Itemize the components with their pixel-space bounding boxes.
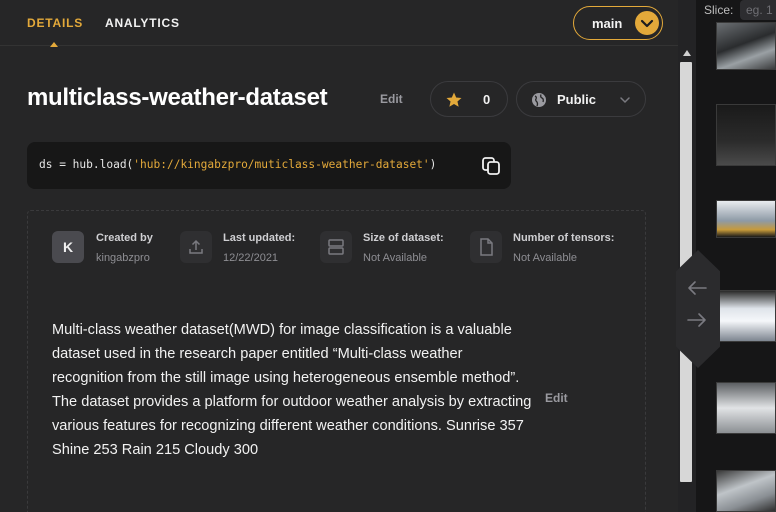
slice-placeholder: eg. 1	[746, 3, 773, 17]
tensors-count-label: Number of tensors:	[513, 232, 615, 244]
chevron-down-icon	[620, 97, 630, 104]
preview-thumbnail[interactable]	[716, 470, 776, 512]
arrow-left-icon[interactable]	[686, 280, 708, 296]
avatar: K	[52, 231, 84, 263]
slice-label: Slice:	[704, 3, 734, 17]
code-text: ds = hub.load('hub://kingabzpro/muticlas…	[39, 158, 436, 171]
edit-description-button[interactable]: Edit	[545, 391, 568, 405]
upload-icon	[180, 231, 212, 263]
created-by-label: Created by	[96, 232, 153, 244]
copy-icon[interactable]	[481, 156, 501, 176]
code-suffix: )	[429, 158, 437, 171]
last-updated-value: 12/22/2021	[223, 252, 279, 264]
chevron-down-icon[interactable]	[635, 11, 659, 35]
created-by-value[interactable]: kingabzpro	[96, 252, 150, 264]
scroll-up-arrow[interactable]	[683, 50, 691, 56]
preview-thumbnail[interactable]	[716, 22, 776, 70]
star-count: 0	[483, 92, 491, 107]
dataset-description: Multi-class weather dataset(MWD) for ima…	[52, 322, 532, 458]
star-icon	[446, 92, 462, 107]
star-button[interactable]: 0	[430, 81, 508, 117]
code-prefix: ds = hub.load(	[39, 158, 134, 171]
branch-label: main	[592, 16, 623, 31]
globe-icon	[532, 93, 546, 107]
arrow-right-icon[interactable]	[686, 312, 708, 328]
dataset-size-label: Size of dataset:	[363, 232, 444, 244]
dataset-details-panel: DETAILS ANALYTICS main multiclass-weathe…	[0, 0, 678, 512]
preview-thumbnail[interactable]	[716, 104, 776, 166]
active-tab-indicator	[50, 42, 58, 47]
dataset-size-value: Not Available	[363, 252, 428, 264]
tab-details[interactable]: DETAILS	[27, 16, 83, 30]
page-title: multiclass-weather-dataset	[27, 84, 328, 111]
last-updated-label: Last updated:	[223, 232, 296, 244]
visibility-dropdown[interactable]: Public	[516, 81, 646, 117]
preview-thumbnail[interactable]	[716, 382, 776, 434]
storage-icon	[320, 231, 352, 263]
tensors-count-value: Not Available	[513, 252, 578, 264]
preview-thumbnail[interactable]	[716, 200, 776, 238]
code-snippet: ds = hub.load('hub://kingabzpro/muticlas…	[27, 142, 511, 189]
file-icon	[470, 231, 502, 263]
code-string: 'hub://kingabzpro/muticlass-weather-data…	[133, 158, 430, 171]
slice-input[interactable]: eg. 1	[740, 0, 776, 20]
branch-selector[interactable]: main	[573, 6, 663, 40]
tab-analytics[interactable]: ANALYTICS	[105, 16, 180, 30]
preview-thumbnail[interactable]	[716, 290, 776, 342]
image-preview-strip	[696, 0, 776, 512]
visibility-label: Public	[557, 92, 597, 107]
edit-title-button[interactable]: Edit	[380, 92, 403, 106]
slice-navigation	[676, 250, 720, 368]
